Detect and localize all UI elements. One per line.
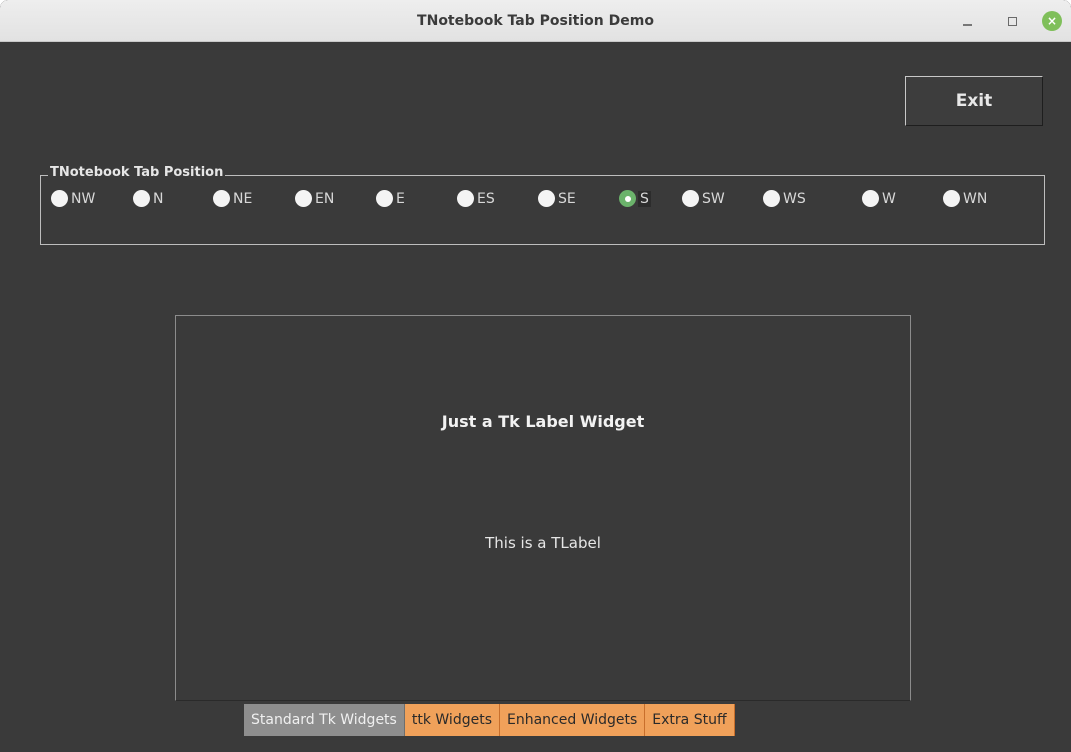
notebook-panel: Just a Tk Label Widget This is a TLabel: [175, 315, 911, 701]
radio-e[interactable]: E: [376, 190, 405, 207]
radio-label: WN: [963, 190, 988, 207]
radio-label: SW: [702, 190, 725, 207]
radio-indicator: [538, 190, 555, 207]
radio-ws[interactable]: WS: [763, 190, 806, 207]
radio-se[interactable]: SE: [538, 190, 576, 207]
radio-label: SE: [558, 190, 576, 207]
exit-button[interactable]: Exit: [905, 76, 1043, 126]
radio-ne[interactable]: NE: [213, 190, 252, 207]
notebook-tabs: Standard Tk Widgets ttk Widgets Enhanced…: [244, 704, 735, 736]
tab-enhanced-widgets[interactable]: Enhanced Widgets: [500, 704, 646, 736]
minimize-icon: [962, 24, 972, 26]
radio-indicator: [213, 190, 230, 207]
tab-extra-stuff[interactable]: Extra Stuff: [645, 704, 735, 736]
radio-es[interactable]: ES: [457, 190, 495, 207]
tab-standard-tk-widgets[interactable]: Standard Tk Widgets: [244, 704, 405, 736]
radio-nw[interactable]: NW: [51, 190, 95, 207]
minimize-button[interactable]: [957, 11, 977, 31]
window-title: TNotebook Tab Position Demo: [417, 13, 654, 29]
radio-label: ES: [477, 190, 495, 207]
radio-label: EN: [315, 190, 335, 207]
tk-label: Just a Tk Label Widget: [441, 412, 645, 431]
radio-indicator: [51, 190, 68, 207]
close-icon: ×: [1046, 14, 1058, 28]
radio-sw[interactable]: SW: [682, 190, 725, 207]
radio-indicator: [619, 190, 636, 207]
close-button[interactable]: ×: [1042, 11, 1062, 31]
title-bar[interactable]: TNotebook Tab Position Demo ×: [0, 0, 1071, 42]
tab-ttk-widgets[interactable]: ttk Widgets: [404, 704, 500, 736]
radio-indicator: [862, 190, 879, 207]
ttk-label: This is a TLabel: [485, 534, 601, 552]
radio-indicator: [763, 190, 780, 207]
radio-label: S: [638, 190, 651, 207]
radio-indicator: [682, 190, 699, 207]
radio-indicator: [133, 190, 150, 207]
radio-indicator: [943, 190, 960, 207]
radio-n[interactable]: N: [133, 190, 163, 207]
radio-label: W: [882, 190, 896, 207]
app-window: TNotebook Tab Position Demo × Exit TNote…: [0, 0, 1071, 752]
maximize-button[interactable]: [1002, 11, 1022, 31]
radio-label: WS: [783, 190, 806, 207]
radio-s[interactable]: S: [619, 190, 651, 207]
radio-w[interactable]: W: [862, 190, 896, 207]
radio-label: E: [396, 190, 405, 207]
maximize-icon: [1007, 16, 1017, 26]
radio-indicator: [295, 190, 312, 207]
radio-label: N: [153, 190, 164, 207]
tab-position-legend: TNotebook Tab Position: [48, 165, 226, 180]
radio-label: NE: [233, 190, 253, 207]
radio-wn[interactable]: WN: [943, 190, 987, 207]
radio-indicator: [457, 190, 474, 207]
radio-en[interactable]: EN: [295, 190, 334, 207]
radio-indicator: [376, 190, 393, 207]
radio-label: NW: [71, 190, 96, 207]
tab-position-group: TNotebook Tab Position NW N NE EN E ES S…: [40, 165, 1045, 245]
